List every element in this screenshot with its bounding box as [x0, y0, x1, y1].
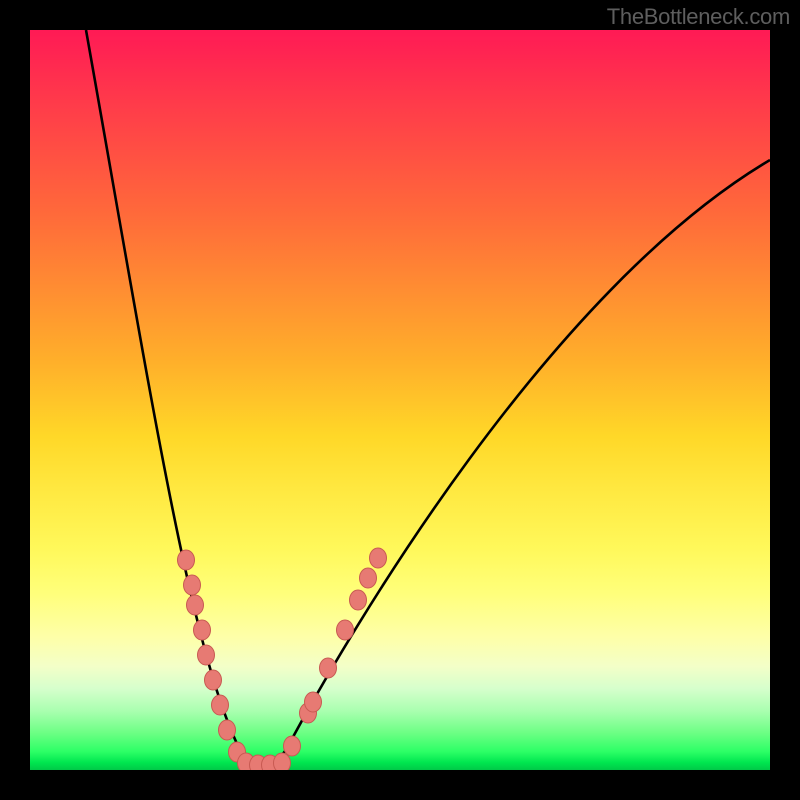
data-marker — [187, 595, 204, 615]
data-marker — [320, 658, 337, 678]
data-marker — [205, 670, 222, 690]
data-marker — [305, 692, 322, 712]
data-marker — [250, 755, 267, 770]
data-marker — [184, 575, 201, 595]
chart-svg — [30, 30, 770, 770]
watermark-text: TheBottleneck.com — [607, 4, 790, 30]
data-marker — [238, 753, 255, 770]
data-marker — [178, 550, 195, 570]
data-marker — [350, 590, 367, 610]
marker-group — [178, 548, 387, 770]
data-marker — [300, 703, 317, 723]
data-marker — [284, 736, 301, 756]
data-marker — [229, 742, 246, 762]
data-marker — [262, 755, 279, 770]
data-marker — [337, 620, 354, 640]
data-marker — [212, 695, 229, 715]
data-marker — [219, 720, 236, 740]
data-marker — [274, 753, 291, 770]
bottleneck-curve — [86, 30, 770, 764]
data-marker — [194, 620, 211, 640]
data-marker — [198, 645, 215, 665]
data-marker — [370, 548, 387, 568]
data-marker — [360, 568, 377, 588]
chart-frame: TheBottleneck.com — [0, 0, 800, 800]
plot-area — [30, 30, 770, 770]
